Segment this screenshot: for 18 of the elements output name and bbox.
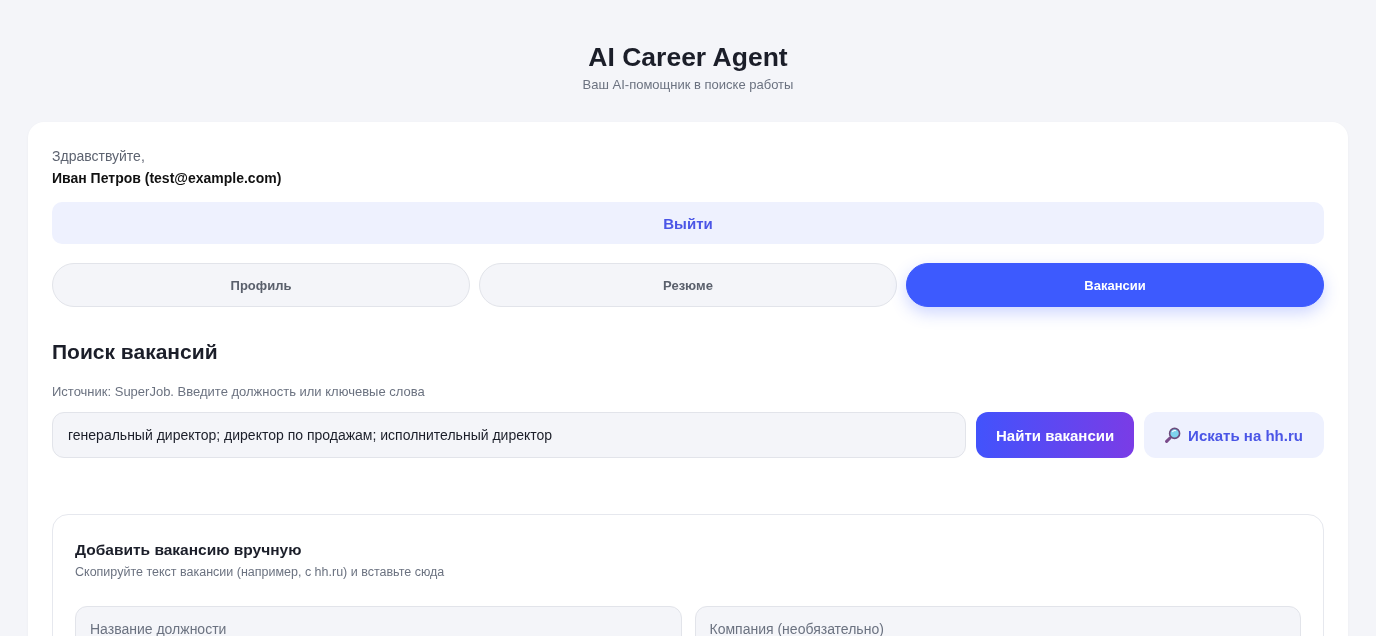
input-field[interactable]: Название должности: [75, 606, 682, 636]
find-jobs-button[interactable]: Найти вакансии: [976, 412, 1134, 458]
panel-title: Добавить вакансию вручную: [75, 540, 302, 560]
greeting-text: Здравствуйте,: [52, 147, 145, 166]
search-hint: Источник: SuperJob. Введите должность или ключевые слова: [52, 383, 426, 400]
tab[interactable]: Вакансии: [906, 263, 1324, 307]
app-title: AI Career Agent: [588, 41, 788, 74]
magnifier-icon: [1165, 427, 1182, 443]
tab[interactable]: Резюме: [479, 263, 897, 307]
section-title: Поиск вакансий: [52, 339, 218, 365]
external-search-button[interactable]: Искать на hh.ru: [1144, 412, 1324, 458]
search-field[interactable]: генеральный директор; директор по продажам; исполнительный директор: [52, 412, 966, 458]
app-subtitle: Ваш AI-помощник в поиске работы: [582, 77, 794, 93]
user-name: Иван Петров (test@example.com): [52, 169, 282, 188]
tab[interactable]: Профиль: [52, 263, 470, 307]
input-field[interactable]: Компания (необязательно): [694, 606, 1301, 636]
logout-button[interactable]: Выйти: [52, 202, 1324, 244]
panel-subtitle: Скопируйте текст вакансии (например, с hh.ru) и вставьте сюда: [75, 564, 446, 581]
